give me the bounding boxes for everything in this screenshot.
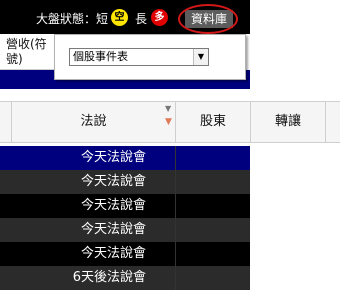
investor-conference-cell: 今天法說會 [80,246,146,261]
column-header-transfer[interactable]: 轉讓 [251,102,326,142]
divider [0,89,340,101]
event-table-dropdown-panel: 個股事件表 ▼ [54,34,246,80]
long-term-label: 長 [135,12,148,26]
column-header-investor-conference[interactable]: 法說 [12,102,176,142]
short-term-badge: 空 [111,9,128,26]
table-row[interactable]: 今天法說會 [0,242,250,266]
revenue-column-header[interactable]: 營收(符號) [0,34,56,70]
investor-conference-cell: 今天法說會 [80,222,146,237]
investor-conference-cell: 今天法說會 [80,174,146,189]
annotation-circle [178,4,238,34]
event-type-select-value: 個股事件表 [73,50,128,63]
chevron-down-icon[interactable]: ▼ [193,49,208,65]
investor-conference-cell: 今天法說會 [80,198,146,213]
column-header-blank[interactable] [0,102,12,142]
table-row[interactable]: 今天法說會 [0,170,250,194]
shareholders-cell [176,170,250,194]
filter-icon[interactable]: ▼ [165,104,171,113]
event-type-select[interactable]: 個股事件表 ▼ [69,48,209,66]
shareholders-cell [176,146,250,170]
shareholders-cell [176,242,250,266]
table-row[interactable]: 今天法說會 [0,218,250,242]
investor-conference-cell: 6天後法說會 [72,270,146,285]
column-header-extra[interactable] [326,102,340,142]
column-header-shareholders[interactable]: 股東 [176,102,251,142]
table-row[interactable]: 今天法說會 [0,146,250,170]
table-row[interactable]: 6天後法說會 [0,266,250,290]
investor-conference-cell: 今天法說會 [80,150,146,165]
long-term-badge: 多 [151,9,168,26]
shareholders-cell [176,194,250,218]
shareholders-cell [176,218,250,242]
sort-desc-icon[interactable]: ▼ [165,117,172,127]
shareholders-cell [176,266,250,290]
market-status-label: 大盤狀態：短 [36,12,109,26]
table-row[interactable]: 今天法說會 [0,194,250,218]
